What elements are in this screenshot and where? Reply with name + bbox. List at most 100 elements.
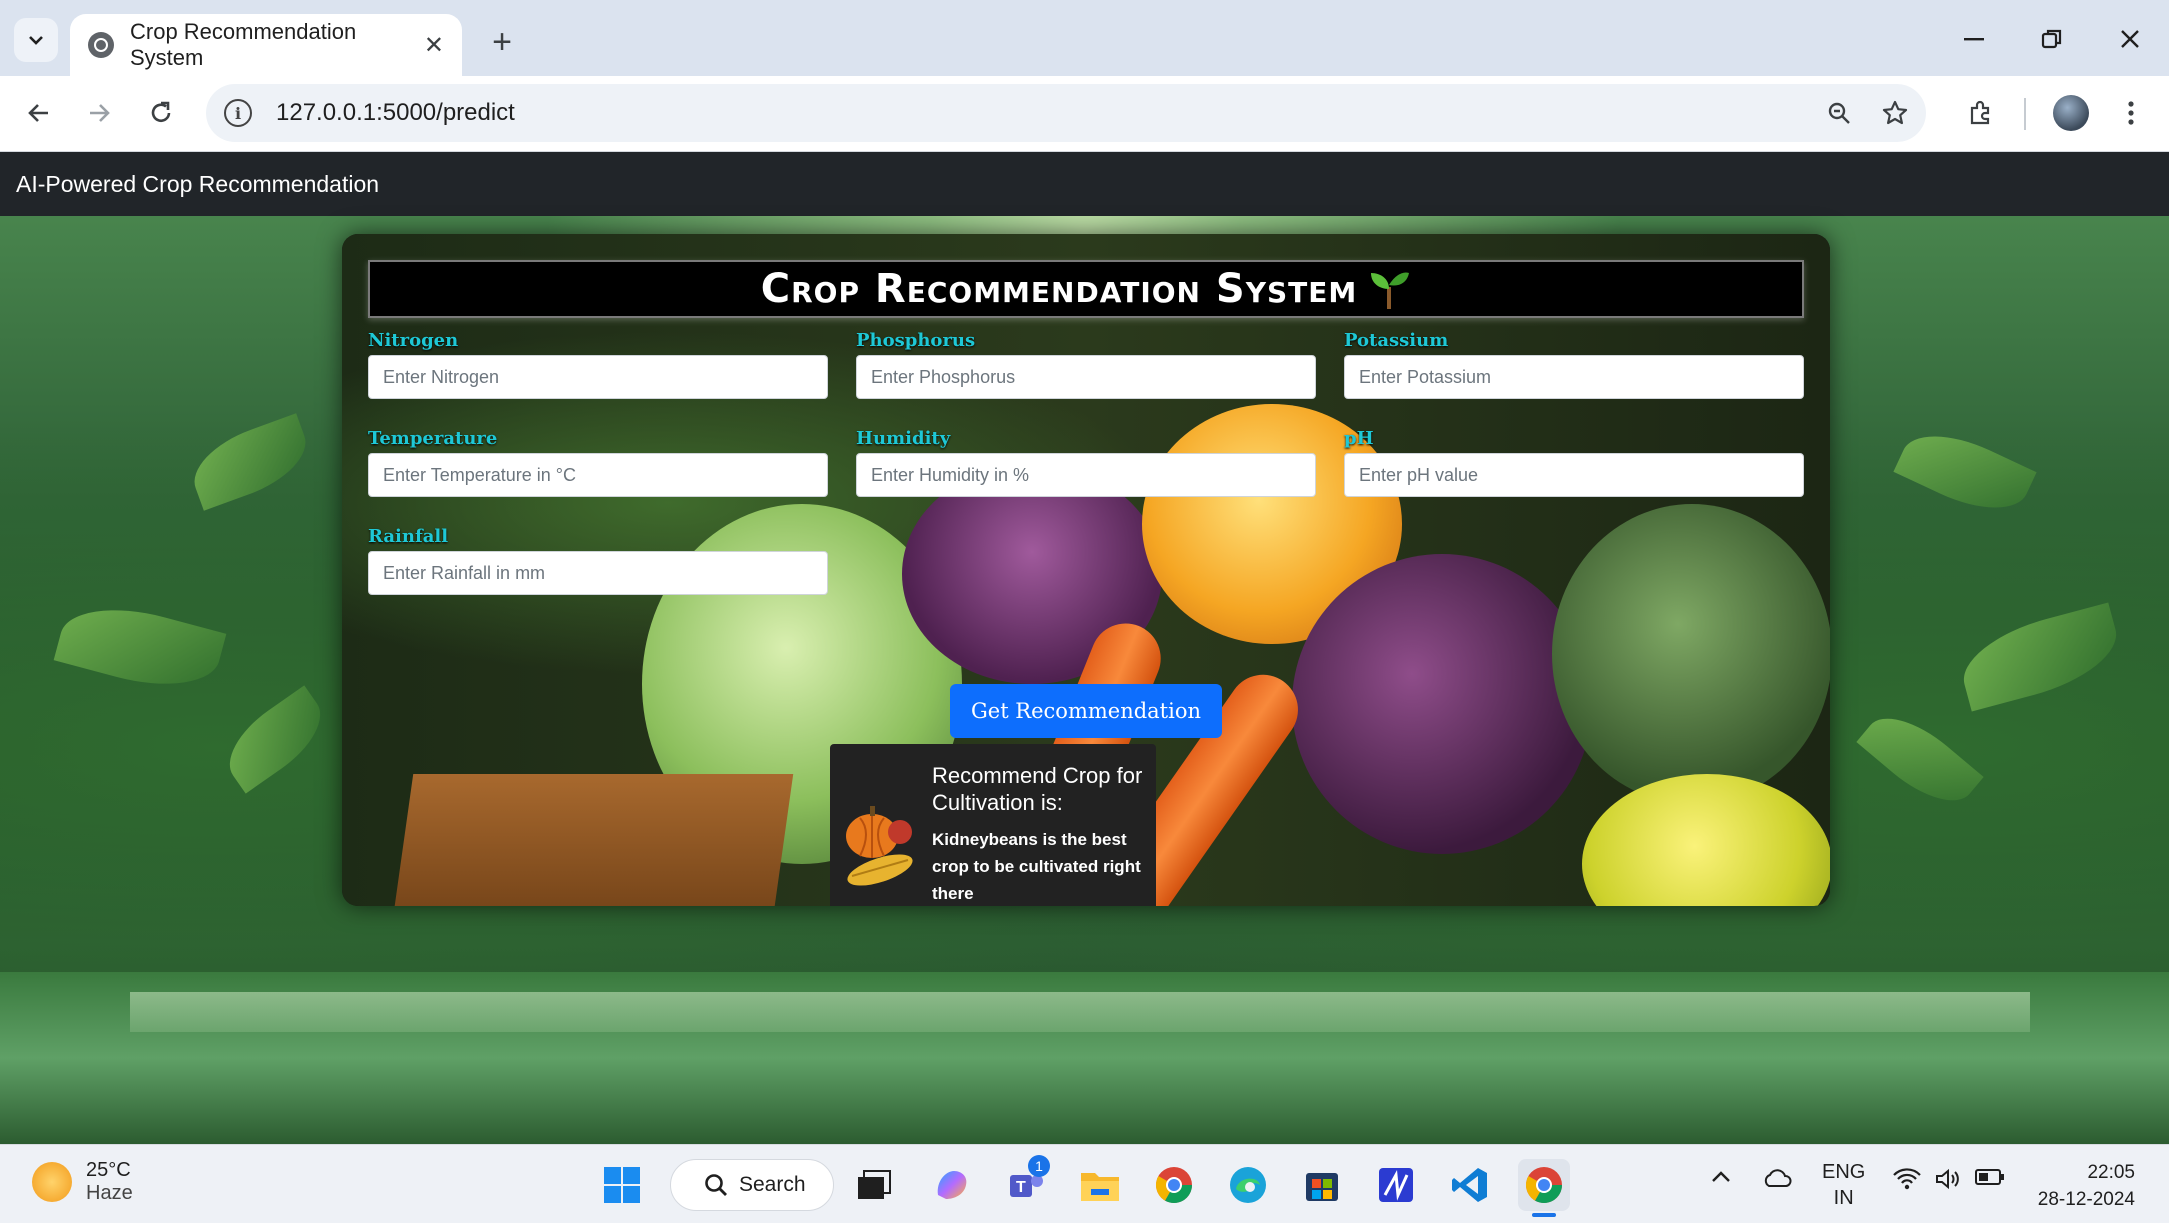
taskbar-search[interactable]: Search <box>670 1159 834 1211</box>
background-leaf <box>1893 417 2037 527</box>
sprout-icon <box>1367 267 1411 311</box>
avatar <box>2053 95 2089 131</box>
zoom-icon[interactable] <box>1814 88 1864 138</box>
chevron-down-icon <box>29 36 43 45</box>
speaker-icon <box>1936 1168 1959 1190</box>
chrome-icon <box>1525 1167 1562 1204</box>
address-bar[interactable]: i 127.0.0.1:5000/predict <box>206 84 1926 142</box>
svg-text:T: T <box>1016 1179 1026 1196</box>
store-icon <box>1306 1173 1338 1201</box>
background-leaf <box>53 592 227 702</box>
language-code: ENG <box>1822 1161 1866 1183</box>
ph-input[interactable] <box>1344 453 1804 497</box>
language-indicator[interactable]: ENG IN <box>1822 1159 1865 1211</box>
temperature-field-group: Temperature <box>368 428 828 497</box>
phosphorus-input[interactable] <box>856 355 1316 399</box>
purple-cabbage-image <box>1292 554 1592 854</box>
edge-icon <box>1230 1167 1266 1203</box>
phosphorus-label: Phosphorus <box>856 330 976 351</box>
teams-button[interactable]: T 1 <box>1000 1155 1052 1211</box>
clock-date: 28-12-2024 <box>2037 1189 2135 1210</box>
wifi-button[interactable] <box>1892 1167 1922 1197</box>
volume-button[interactable] <box>1934 1167 1964 1197</box>
site-info-icon[interactable]: i <box>224 99 252 127</box>
reload-button[interactable] <box>136 88 186 138</box>
bookmark-star-icon[interactable] <box>1870 88 1920 138</box>
background-leaf <box>183 413 317 511</box>
edge-button[interactable] <box>1222 1159 1274 1211</box>
close-window-button[interactable] <box>2100 14 2160 64</box>
close-icon <box>2121 30 2139 48</box>
navbar-brand[interactable]: AI-Powered Crop Recommendation <box>16 171 379 198</box>
region-code: IN <box>1833 1187 1854 1209</box>
puzzle-icon <box>1970 100 1990 125</box>
ph-field-group: pH <box>1344 428 1804 497</box>
copilot-button[interactable] <box>926 1159 978 1211</box>
rainfall-label: Rainfall <box>368 526 449 547</box>
file-explorer-button[interactable] <box>1074 1159 1126 1211</box>
toolbar-divider <box>2024 98 2026 130</box>
result-text-block: Recommend Crop for Cultivation is: Kidne… <box>932 762 1144 906</box>
minimize-button[interactable] <box>1944 14 2004 64</box>
browser-toolbar: i 127.0.0.1:5000/predict <box>0 76 2169 152</box>
tab-search-button[interactable] <box>14 18 58 62</box>
weather-widget[interactable]: 25°C Haze <box>32 1159 133 1205</box>
apple-image <box>1582 774 1830 906</box>
background-leaf <box>1953 602 2127 712</box>
weather-temp: 25°C <box>86 1159 131 1181</box>
recommendation-result-card: Recommend Crop for Cultivation is: Kidne… <box>830 744 1156 906</box>
onedrive-button[interactable] <box>1762 1167 1792 1195</box>
app-icon <box>1379 1168 1413 1202</box>
result-text: Kidneybeans is the best crop to be culti… <box>932 830 1141 903</box>
humidity-field-group: Humidity <box>856 428 1316 497</box>
restore-icon <box>2041 29 2062 49</box>
battery-button[interactable] <box>1974 1167 2006 1193</box>
back-button[interactable] <box>14 88 64 138</box>
chevron-up-icon <box>1712 1171 1730 1182</box>
url-text[interactable]: 127.0.0.1:5000/predict <box>276 99 1814 127</box>
humidity-input[interactable] <box>856 453 1316 497</box>
app-button[interactable] <box>1370 1159 1422 1211</box>
get-recommendation-button[interactable]: Get Recommendation <box>950 684 1222 738</box>
chrome-active-button[interactable] <box>1518 1159 1570 1217</box>
clock-time: 22:05 <box>2087 1162 2135 1183</box>
nitrogen-input[interactable] <box>368 355 828 399</box>
task-view-icon <box>858 1170 891 1199</box>
weather-desc: Haze <box>86 1182 133 1204</box>
close-tab-icon[interactable]: ✕ <box>424 31 444 60</box>
forward-button[interactable] <box>74 88 124 138</box>
background-bench <box>130 992 2030 1032</box>
system-clock[interactable]: 22:05 28-12-2024 <box>2038 1159 2135 1213</box>
battery-icon <box>1975 1169 2004 1185</box>
extensions-button[interactable] <box>1956 88 2006 138</box>
show-hidden-icons-button[interactable] <box>1710 1167 1732 1190</box>
wifi-icon <box>1893 1168 1921 1190</box>
browser-tab-active[interactable]: Crop Recommendation System ✕ <box>70 14 462 76</box>
nitrogen-field-group: Nitrogen <box>368 330 828 399</box>
task-view-button[interactable] <box>848 1159 900 1211</box>
arrow-left-icon <box>28 104 48 122</box>
vscode-icon <box>1452 1168 1487 1202</box>
more-vert-icon <box>2128 101 2134 125</box>
start-button[interactable] <box>596 1159 648 1211</box>
store-button[interactable] <box>1296 1159 1348 1211</box>
menu-button[interactable] <box>2106 88 2156 138</box>
chrome-button[interactable] <box>1148 1159 1200 1211</box>
potassium-input[interactable] <box>1344 355 1804 399</box>
browser-tab-strip: Crop Recommendation System ✕ + <box>0 0 2169 76</box>
page-viewport: AI-Powered Crop Recommendation Crop Reco… <box>0 152 2169 1144</box>
rainfall-input[interactable] <box>368 551 828 595</box>
tab-title: Crop Recommendation System <box>130 19 357 70</box>
temperature-label: Temperature <box>368 428 498 449</box>
broccoli-image <box>1552 504 1830 804</box>
vscode-button[interactable] <box>1444 1159 1496 1211</box>
profile-button[interactable] <box>2046 88 2096 138</box>
temperature-input[interactable] <box>368 453 828 497</box>
arrow-right-icon <box>90 104 110 122</box>
copilot-icon <box>937 1171 967 1199</box>
potassium-label: Potassium <box>1344 330 1449 351</box>
new-tab-button[interactable]: + <box>480 20 524 64</box>
rainfall-field-group: Rainfall <box>368 526 828 595</box>
form-card: Crop Recommendation System Nitrogen Phos… <box>342 234 1830 906</box>
restore-button[interactable] <box>2022 14 2082 64</box>
